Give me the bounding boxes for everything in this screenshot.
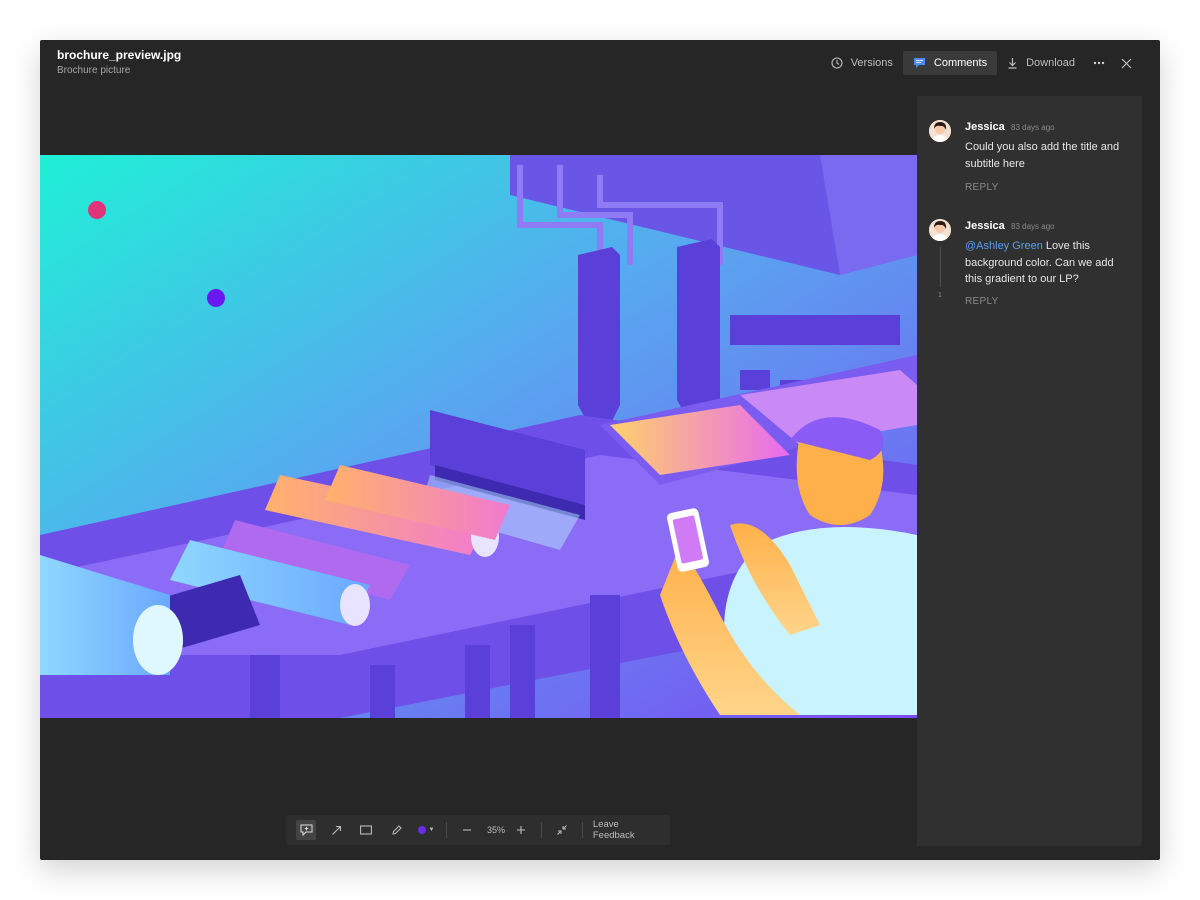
comment-text: @Ashley Green Love this background color… (965, 238, 1133, 288)
comments-button[interactable]: Comments (902, 51, 998, 75)
pen-tool-button[interactable] (386, 820, 406, 840)
toolbar-divider (581, 822, 583, 838)
thread-reply-count: 1 (938, 292, 942, 299)
arrow-tool-button[interactable] (326, 820, 346, 840)
comment-tool-button[interactable] (296, 820, 316, 840)
file-name: brochure_preview.jpg (57, 48, 182, 62)
preview-image[interactable] (40, 155, 917, 718)
comment-bubble-icon (913, 58, 925, 68)
toolbar-divider (540, 822, 542, 838)
comment-author: Jessica (965, 220, 1005, 232)
comment-item: 1 Jessica 83 days ago @Ashley Green Love… (929, 219, 1134, 319)
comment-text: Could you also add the title and subtitl… (965, 141, 1120, 170)
reply-button[interactable]: REPLY (965, 182, 999, 193)
download-icon (1008, 58, 1017, 69)
zoom-out-icon (462, 829, 471, 831)
color-picker-button[interactable]: ▼ (416, 820, 436, 840)
fit-screen-button[interactable] (552, 820, 572, 840)
rectangle-tool-icon (360, 825, 372, 835)
comment-timestamp: 83 days ago (1011, 123, 1055, 132)
reply-button[interactable]: REPLY (965, 296, 999, 307)
versions-label: Versions (850, 57, 893, 69)
clock-icon (831, 57, 843, 69)
download-label: Download (1026, 57, 1075, 69)
zoom-level: 35% (486, 825, 505, 835)
zoom-out-button[interactable] (457, 820, 477, 840)
avatar (929, 219, 951, 241)
avatar (929, 120, 951, 142)
chevron-down-icon: ▼ (428, 827, 435, 833)
close-button[interactable] (1113, 51, 1140, 75)
toolbar-divider (446, 822, 447, 838)
header-actions: Versions Comments Download (821, 51, 1140, 75)
rectangle-tool-button[interactable] (356, 820, 376, 840)
preview-window: brochure_preview.jpg Brochure picture Ve… (40, 40, 1160, 860)
brochure-illustration (40, 155, 917, 718)
comment-timestamp: 83 days ago (1011, 222, 1055, 231)
annotation-toolbar: ▼ 35% Leave Feedback (286, 815, 670, 845)
zoom-in-button[interactable] (511, 820, 531, 840)
fit-screen-icon (557, 825, 567, 835)
more-dots-icon (1093, 61, 1105, 65)
comment-tool-icon (300, 824, 312, 836)
download-button[interactable]: Download (997, 51, 1085, 75)
comments-label: Comments (933, 57, 988, 69)
user-mention[interactable]: @Ashley Green (965, 240, 1043, 252)
comments-panel: Jessica 83 days ago Could you also add t… (917, 96, 1142, 846)
zoom-in-icon (516, 826, 525, 834)
thread-line (940, 247, 941, 287)
selected-color-swatch (417, 826, 426, 834)
close-icon (1121, 58, 1132, 68)
comment-item: Jessica 83 days ago Could you also add t… (929, 120, 1134, 200)
file-subtitle: Brochure picture (57, 65, 131, 76)
leave-feedback-button[interactable]: Leave Feedback (593, 819, 660, 841)
pen-tool-icon (391, 824, 402, 835)
user-avatar-icon (929, 120, 951, 142)
comment-author: Jessica (965, 121, 1005, 133)
more-options-button[interactable] (1085, 51, 1113, 75)
versions-button[interactable]: Versions (821, 51, 903, 75)
arrow-tool-icon (331, 825, 341, 835)
user-avatar-icon (929, 219, 951, 241)
